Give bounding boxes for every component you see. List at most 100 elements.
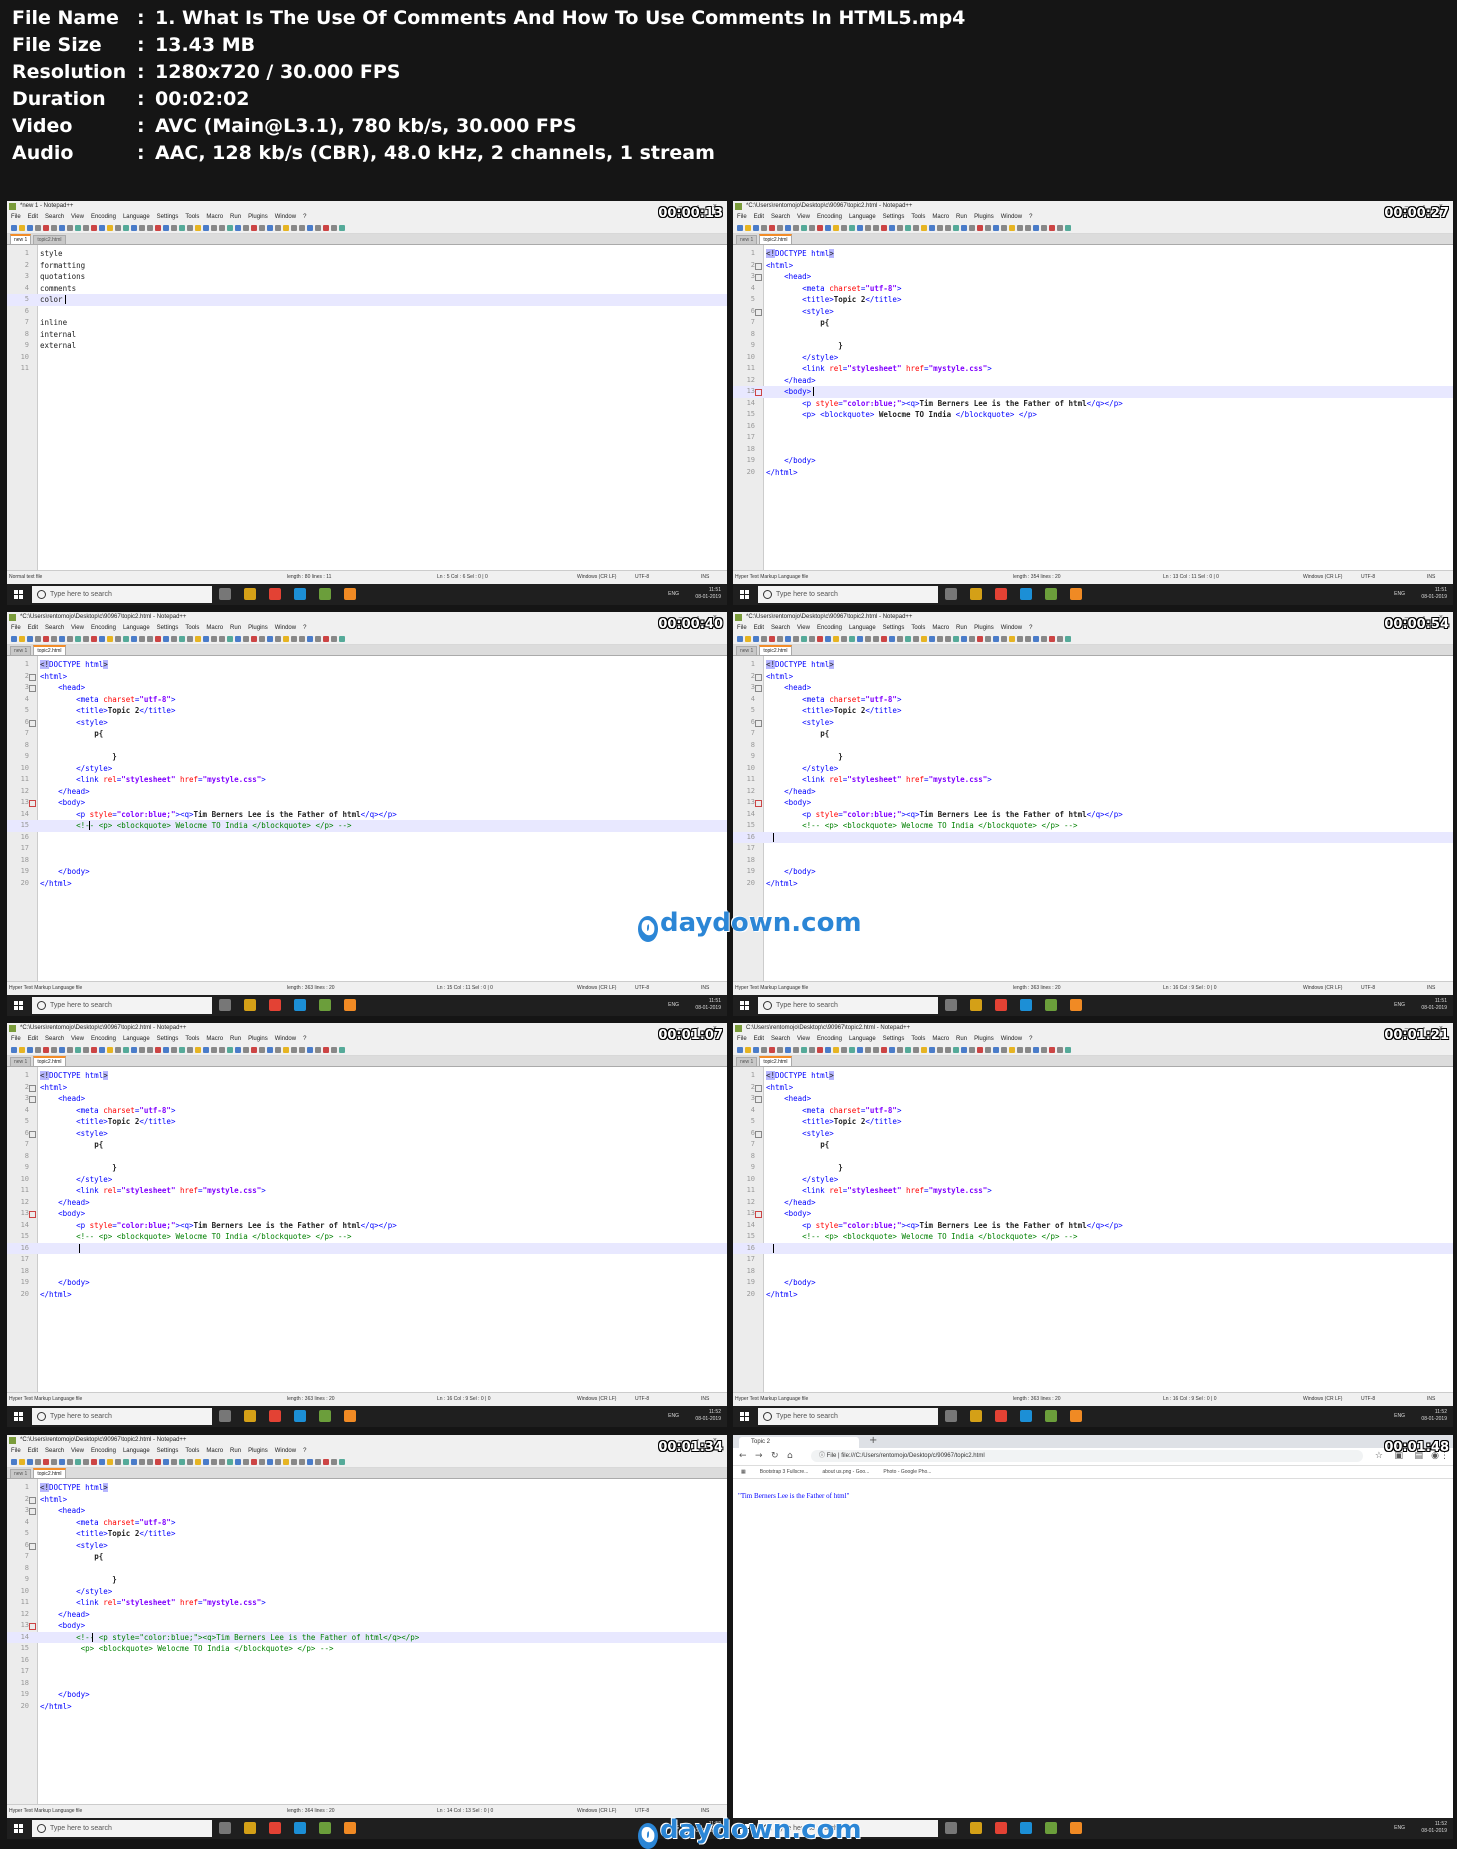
new-tab-icon[interactable]: +: [869, 1435, 877, 1446]
tray-clock[interactable]: 11:52 08-01-2019: [695, 1409, 721, 1423]
toolbar-button-icon[interactable]: [11, 1458, 17, 1465]
toolbar-button-icon[interactable]: [1049, 1046, 1055, 1053]
menu-item[interactable]: Encoding: [817, 1036, 842, 1042]
fold-marker-icon[interactable]: [29, 800, 36, 807]
menu-item[interactable]: Edit: [754, 214, 764, 220]
fold-marker-icon[interactable]: [29, 1084, 36, 1092]
toolbar-button-icon[interactable]: [43, 1046, 49, 1053]
toolbar-button-icon[interactable]: [179, 635, 185, 642]
menu-item[interactable]: Macro: [932, 625, 949, 631]
toolbar-button-icon[interactable]: [953, 1046, 959, 1053]
toolbar-button-icon[interactable]: [99, 224, 105, 231]
toolbar-button-icon[interactable]: [785, 224, 791, 231]
menu-item[interactable]: Search: [771, 625, 790, 631]
toolbar-button-icon[interactable]: [809, 1046, 815, 1053]
code-line[interactable]: 5 <title>Topic 2</title>: [7, 1116, 727, 1128]
fold-marker-icon[interactable]: [29, 1496, 36, 1504]
toolbar-button-icon[interactable]: [211, 1046, 217, 1053]
toolbar-button-icon[interactable]: [267, 1046, 273, 1053]
chrome-icon[interactable]: [269, 1822, 281, 1834]
toolbar-button-icon[interactable]: [969, 1046, 975, 1053]
toolbar-button-icon[interactable]: [801, 635, 807, 642]
task-view-icon[interactable]: [945, 1822, 957, 1834]
fold-marker-icon[interactable]: [755, 1096, 762, 1103]
code-line[interactable]: 13 <body>: [733, 386, 1453, 398]
code-line[interactable]: 7 p{: [733, 728, 1453, 740]
toolbar-button-icon[interactable]: [203, 1046, 209, 1053]
toolbar-button-icon[interactable]: [753, 224, 759, 231]
toolbar-button-icon[interactable]: [75, 1046, 81, 1053]
menu-item[interactable]: Run: [230, 214, 241, 220]
toolbar-button-icon[interactable]: [51, 224, 57, 231]
menu-item[interactable]: Language: [123, 214, 150, 220]
toolbar-button-icon[interactable]: [777, 1046, 783, 1053]
chrome-icon[interactable]: [269, 1410, 281, 1422]
code-line[interactable]: 3 quotations: [7, 271, 727, 283]
toolbar-button-icon[interactable]: [259, 224, 265, 231]
code-line[interactable]: 14 <p style="color:blue;"><q>Tim Berners…: [7, 809, 727, 821]
toolbar-button-icon[interactable]: [1049, 224, 1055, 231]
menu-item[interactable]: Settings: [883, 214, 905, 220]
toolbar-button-icon[interactable]: [67, 1046, 73, 1053]
toolbar-button-icon[interactable]: [307, 635, 313, 642]
toolbar-button-icon[interactable]: [43, 1458, 49, 1465]
toolbar-button-icon[interactable]: [1017, 224, 1023, 231]
code-line[interactable]: 1 <!DOCTYPE html>: [733, 1070, 1453, 1082]
fold-marker-icon[interactable]: [755, 389, 762, 396]
code-line[interactable]: 5 <title>Topic 2</title>: [733, 1116, 1453, 1128]
menu-item[interactable]: Language: [849, 625, 876, 631]
toolbar-button-icon[interactable]: [139, 635, 145, 642]
toolbar-button-icon[interactable]: [993, 1046, 999, 1053]
toolbar-button-icon[interactable]: [1057, 635, 1063, 642]
code-line[interactable]: 10 </style>: [733, 763, 1453, 775]
tray-language[interactable]: ENG: [1394, 1825, 1405, 1831]
toolbar-button-icon[interactable]: [179, 1458, 185, 1465]
toolbar-button-icon[interactable]: [147, 1458, 153, 1465]
toolbar-button-icon[interactable]: [857, 635, 863, 642]
toolbar-button-icon[interactable]: [187, 224, 193, 231]
toolbar-button-icon[interactable]: [905, 1046, 911, 1053]
toolbar-button-icon[interactable]: [331, 1458, 337, 1465]
code-line[interactable]: 15 <!-- <p> <blockquote> Welocme TO Indi…: [733, 820, 1453, 832]
toolbar-button-icon[interactable]: [195, 224, 201, 231]
fold-marker-icon[interactable]: [29, 685, 36, 692]
menu-item[interactable]: File: [737, 1036, 747, 1042]
toolbar-button-icon[interactable]: [227, 1458, 233, 1465]
code-editor[interactable]: 1 <!DOCTYPE html> 2 <html> 3 <head> 4 <meta c…: [7, 656, 727, 982]
toolbar-button-icon[interactable]: [43, 635, 49, 642]
fold-marker-icon[interactable]: [755, 1211, 762, 1218]
toolbar-button-icon[interactable]: [745, 224, 751, 231]
fold-marker-icon[interactable]: [29, 1508, 36, 1515]
toolbar-button-icon[interactable]: [235, 224, 241, 231]
app-icon[interactable]: [344, 999, 356, 1011]
toolbar-button-icon[interactable]: [187, 635, 193, 642]
code-line[interactable]: 10 </style>: [733, 1174, 1453, 1186]
windows-start-icon[interactable]: [14, 590, 23, 599]
menu-item[interactable]: View: [71, 214, 84, 220]
toolbar-button-icon[interactable]: [339, 224, 345, 231]
toolbar-button-icon[interactable]: [283, 635, 289, 642]
chrome-icon[interactable]: [995, 1410, 1007, 1422]
code-line[interactable]: 11: [7, 363, 727, 375]
toolbar-button-icon[interactable]: [107, 224, 113, 231]
toolbar-button-icon[interactable]: [897, 635, 903, 642]
skype-icon[interactable]: [294, 1410, 306, 1422]
task-view-icon[interactable]: [219, 1410, 231, 1422]
toolbar-button-icon[interactable]: [147, 635, 153, 642]
code-line[interactable]: 15 <!-- <p> <blockquote> Welocme TO Indi…: [7, 820, 727, 832]
toolbar-button-icon[interactable]: [19, 1458, 25, 1465]
tab-new1[interactable]: new 1: [10, 646, 32, 655]
skype-icon[interactable]: [1020, 999, 1032, 1011]
toolbar-button-icon[interactable]: [929, 224, 935, 231]
toolbar-button-icon[interactable]: [1017, 635, 1023, 642]
toolbar-button-icon[interactable]: [921, 635, 927, 642]
toolbar-button-icon[interactable]: [203, 224, 209, 231]
tab-new1[interactable]: new 1: [736, 235, 758, 244]
forward-icon[interactable]: →: [755, 1451, 763, 1461]
toolbar-button-icon[interactable]: [307, 1458, 313, 1465]
toolbar-button-icon[interactable]: [91, 1458, 97, 1465]
toolbar-button-icon[interactable]: [977, 224, 983, 231]
toolbar-button-icon[interactable]: [291, 1046, 297, 1053]
code-line[interactable]: 8: [7, 740, 727, 752]
code-line[interactable]: 11 <link rel="stylesheet" href="mystyle.…: [733, 1185, 1453, 1197]
